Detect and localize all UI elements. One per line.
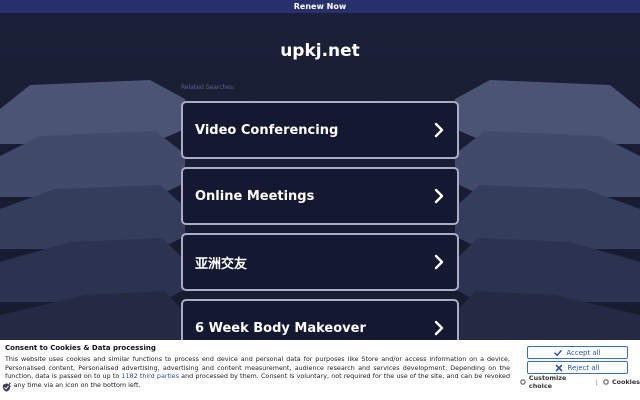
chevron-right-icon [434,320,444,336]
chevron-right-icon [434,254,444,270]
checkmark-icon [554,349,563,356]
cookie-consent-banner: Consent to Cookies & Data processing Thi… [0,340,640,400]
customize-choice-label: Customize choice [528,374,567,390]
consent-title: Consent to Cookies & Data processing [5,344,156,352]
related-search-label: 亚洲交友 [195,256,248,272]
accept-all-button[interactable]: Accept all [527,346,628,359]
gear-icon [603,379,609,385]
consent-text: This website uses cookies and similar fu… [5,355,510,389]
related-search-item[interactable]: Video Conferencing [181,101,459,159]
shield-icon[interactable] [2,383,11,392]
reject-all-label: Reject all [567,363,600,372]
related-search-item[interactable]: Online Meetings [181,167,459,225]
chevron-right-icon [434,188,444,204]
third-parties-link[interactable]: 1182 third parties [121,372,179,380]
gear-icon [520,379,526,385]
related-search-label: 6 Week Body Makeover [195,320,366,336]
chevron-right-icon [434,122,444,138]
accept-all-label: Accept all [566,348,601,357]
link-separator: | [595,378,598,386]
related-search-item[interactable]: 亚洲交友 [181,233,459,291]
cookies-link[interactable]: Cookies [603,378,640,386]
top-banner: Renew Now [0,0,640,13]
related-search-label: Online Meetings [195,188,315,204]
related-searches-label: Related Searches: [181,84,236,91]
consent-secondary-links: Customize choice | Cookies [520,374,640,390]
related-search-label: Video Conferencing [195,122,339,138]
reject-all-button[interactable]: Reject all [527,361,628,374]
cookies-label: Cookies [611,378,640,386]
renew-now-link[interactable]: Renew Now [294,2,346,11]
x-icon [556,364,563,371]
customize-choice-link[interactable]: Customize choice [520,374,591,390]
domain-title: upkj.net [280,41,360,61]
